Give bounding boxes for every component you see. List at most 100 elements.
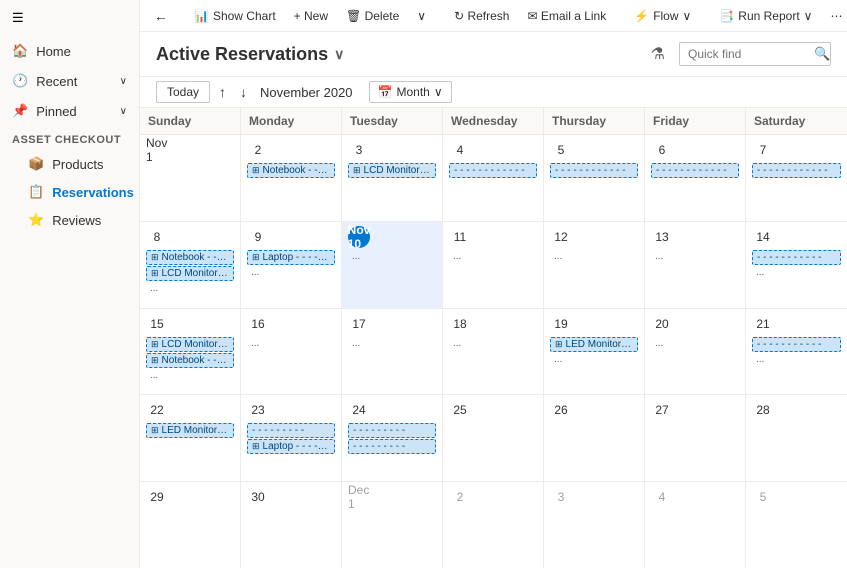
- event-icon: ⊞: [151, 268, 159, 279]
- back-button[interactable]: ←: [148, 4, 174, 28]
- calendar-icon: 📅: [378, 85, 393, 99]
- day-number: 8: [146, 226, 168, 248]
- day-number: 7: [752, 139, 774, 161]
- sidebar-item-pinned[interactable]: 📌 Pinned ∨: [0, 96, 139, 126]
- sidebar-item-products[interactable]: 📦 Products: [0, 150, 139, 178]
- more-events-button[interactable]: ...: [146, 282, 234, 295]
- calendar-event[interactable]: - - - - - - - - - - - -: [550, 163, 638, 178]
- more-button[interactable]: ⋯: [822, 5, 847, 27]
- calendar-event[interactable]: - - - - - - - - -: [247, 423, 335, 438]
- day-number: 22: [146, 399, 168, 421]
- more-events-button[interactable]: ...: [651, 337, 739, 350]
- header-bar: Active Reservations ∨ ⚗ 🔍: [140, 32, 847, 77]
- month-dropdown[interactable]: 📅 Month ∨: [369, 81, 452, 103]
- more-events-button[interactable]: ...: [550, 250, 638, 263]
- today-button[interactable]: Today: [156, 81, 210, 103]
- sidebar-item-label: Pinned: [36, 104, 76, 119]
- day-number: 15: [146, 313, 168, 335]
- new-button[interactable]: + New: [286, 5, 336, 27]
- main-content: ← 📊 Show Chart + New 🗑 Delete ∨ ↻ Refres…: [140, 0, 847, 568]
- chevron-down-icon: ∨: [683, 9, 692, 23]
- header-sunday: Sunday: [140, 108, 241, 134]
- cal-day: 16 ...: [241, 309, 342, 395]
- event-name: LCD Monitor - - -: [162, 339, 229, 350]
- chevron-down-icon: ∨: [417, 9, 426, 23]
- more-events-button[interactable]: ...: [449, 337, 537, 350]
- calendar-event[interactable]: ⊞ Laptop - - - - - - -: [247, 250, 335, 265]
- refresh-button[interactable]: ↻ Refresh: [446, 5, 517, 27]
- more-events-button[interactable]: ...: [348, 250, 436, 263]
- calendar-event[interactable]: ⊞ Notebook - - - - - - - -: [247, 163, 335, 178]
- email-link-button[interactable]: ✉ Email a Link: [519, 5, 614, 27]
- header-thursday: Thursday: [544, 108, 645, 134]
- report-icon: 📑: [719, 9, 734, 23]
- more-events-button[interactable]: ...: [651, 250, 739, 263]
- cal-day: 18 ...: [443, 309, 544, 395]
- calendar-event[interactable]: ⊞ LED Monitor - - - - - - - - -: [146, 423, 234, 438]
- header-wednesday: Wednesday: [443, 108, 544, 134]
- sidebar-item-reviews[interactable]: ⭐ Reviews: [0, 206, 139, 234]
- cal-day: 22 ⊞ LED Monitor - - - - - - - - -: [140, 395, 241, 481]
- event-icon: ⊞: [252, 252, 260, 263]
- calendar-event[interactable]: - - - - - - - - -: [348, 423, 436, 438]
- event-icon: ⊞: [151, 355, 159, 366]
- more-events-button[interactable]: ...: [247, 266, 335, 279]
- quick-find-input[interactable]: [688, 47, 808, 61]
- event-icon: ⊞: [252, 441, 260, 452]
- more-events-button[interactable]: ...: [550, 353, 638, 366]
- delete-button[interactable]: 🗑 Delete: [338, 5, 407, 27]
- more-events-button[interactable]: ...: [449, 250, 537, 263]
- day-number: 6: [651, 139, 673, 161]
- delete-dropdown-button[interactable]: ∨: [409, 5, 434, 27]
- more-events-button[interactable]: ...: [752, 266, 841, 279]
- day-number: 21: [752, 313, 774, 335]
- cal-day: 21 - - - - - - - - - - - ...: [746, 309, 847, 395]
- sidebar-item-home[interactable]: 🏠 Home: [0, 36, 139, 66]
- prev-button[interactable]: ↑: [214, 82, 231, 102]
- cal-day: 13 ...: [645, 222, 746, 308]
- calendar-event[interactable]: ⊞ LED Monitor - - - -: [550, 337, 638, 352]
- day-number: Nov 1: [146, 139, 168, 161]
- calendar-event[interactable]: ⊞ LCD Monitor - - - - - - -: [348, 163, 436, 178]
- flow-button[interactable]: ⚡ Flow ∨: [626, 5, 699, 27]
- next-button[interactable]: ↓: [235, 82, 252, 102]
- calendar-event[interactable]: ⊞ Laptop - - - - - - -: [247, 439, 335, 454]
- delete-label: 🗑 Delete: [346, 9, 399, 23]
- show-chart-button[interactable]: 📊 Show Chart: [186, 5, 284, 27]
- title-chevron-icon[interactable]: ∨: [334, 46, 344, 63]
- cal-day: Nov 1: [140, 135, 241, 221]
- cal-day: 6 - - - - - - - - - - - -: [645, 135, 746, 221]
- header-tuesday: Tuesday: [342, 108, 443, 134]
- calendar-event[interactable]: ⊞ LCD Monitor - - -: [146, 266, 234, 281]
- calendar-event[interactable]: - - - - - - - - - - - -: [449, 163, 537, 178]
- day-number: 16: [247, 313, 269, 335]
- day-number: 19: [550, 313, 572, 335]
- calendar-event[interactable]: ⊞ Notebook - - - - -: [146, 353, 234, 368]
- calendar-event[interactable]: ⊞ LCD Monitor - - -: [146, 337, 234, 352]
- header-saturday: Saturday: [746, 108, 847, 134]
- more-events-button[interactable]: ...: [348, 337, 436, 350]
- cal-day: 3 ⊞ LCD Monitor - - - - - - -: [342, 135, 443, 221]
- next-icon: ↓: [240, 84, 247, 100]
- calendar-event[interactable]: - - - - - - - - - - - -: [651, 163, 739, 178]
- calendar-event[interactable]: ⊞ Notebook - - - - -: [146, 250, 234, 265]
- calendar-event[interactable]: - - - - - - - - -: [348, 439, 436, 454]
- run-report-button[interactable]: 📑 Run Report ∨: [711, 5, 820, 27]
- more-events-button[interactable]: ...: [752, 353, 841, 366]
- hamburger-button[interactable]: ☰: [0, 0, 139, 36]
- view-chevron-icon: ∨: [434, 85, 443, 99]
- calendar-event[interactable]: - - - - - - - - - - -: [752, 337, 841, 352]
- calendar-event[interactable]: - - - - - - - - - - - -: [752, 163, 841, 178]
- day-number: 28: [752, 399, 774, 421]
- more-events-button[interactable]: ...: [146, 369, 234, 382]
- event-name: LED Monitor - - - -: [566, 339, 633, 350]
- sidebar-item-recent[interactable]: 🕐 Recent ∨: [0, 66, 139, 96]
- filter-button[interactable]: ⚗: [645, 40, 671, 68]
- calendar-event[interactable]: - - - - - - - - - - -: [752, 250, 841, 265]
- event-name: - - - - - - - - - - - -: [555, 165, 626, 176]
- sidebar-item-reservations[interactable]: 📋 Reservations: [0, 178, 139, 206]
- cal-day: 27: [645, 395, 746, 481]
- chart-icon: 📊: [194, 9, 209, 23]
- more-events-button[interactable]: ...: [247, 337, 335, 350]
- event-name: Notebook - - - - -: [162, 355, 229, 366]
